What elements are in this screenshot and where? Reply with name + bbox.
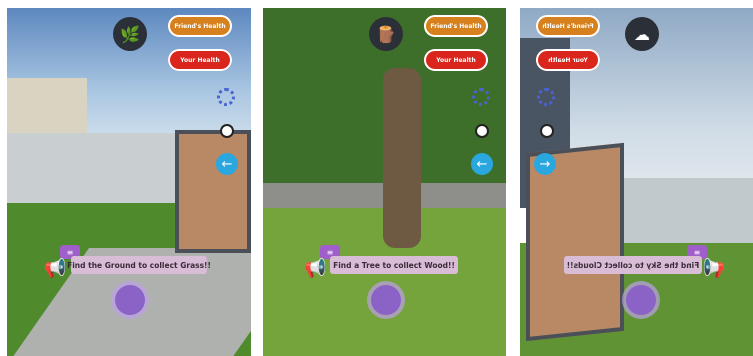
anchor-dot[interactable] <box>475 124 489 138</box>
cloud-icon: ☁ <box>625 17 659 51</box>
instruction-banner: Find the Ground to collect Grass!! <box>67 256 211 274</box>
wood-icon: 🪵 <box>369 17 403 51</box>
arrow-left-button[interactable]: ← <box>471 153 493 175</box>
friends-health-button[interactable]: Friend's Health <box>536 15 600 37</box>
instruction-banner: Find a Tree to collect Wood!! <box>330 256 458 274</box>
megaphone-icon: 📢 <box>44 258 67 279</box>
megaphone-icon: 📢 <box>304 258 327 279</box>
arrow-right-button[interactable]: → <box>534 153 556 175</box>
friends-health-button[interactable]: Friend's Health <box>168 15 232 37</box>
ar-view-grass: 🌿 Friend's Health Your Health ← ≡ 📢 Find… <box>7 8 251 356</box>
ar-view-clouds: ☁ Friend's Health Your Health → ≡ 📢 Find… <box>520 8 753 356</box>
building <box>7 78 87 140</box>
your-health-button[interactable]: Your Health <box>424 49 488 71</box>
gear-icon[interactable] <box>217 88 235 106</box>
anchor-dot[interactable] <box>540 124 554 138</box>
gear-icon[interactable] <box>537 88 555 106</box>
collect-button[interactable] <box>115 285 145 315</box>
megaphone-icon: 📢 <box>703 258 726 279</box>
grass-icon: 🌿 <box>113 17 147 51</box>
anchor-dot[interactable] <box>220 124 234 138</box>
arrow-left-button[interactable]: ← <box>216 153 238 175</box>
building <box>610 178 753 248</box>
ar-portal <box>175 130 251 253</box>
instruction-banner: Find the Sky to collect Clouds!! <box>564 256 702 274</box>
tree-trunk <box>383 68 421 248</box>
gear-icon[interactable] <box>472 88 490 106</box>
friends-health-button[interactable]: Friend's Health <box>424 15 488 37</box>
your-health-button[interactable]: Your Health <box>168 49 232 71</box>
ar-view-wood: 🪵 Friend's Health Your Health ← ≡ 📢 Find… <box>263 8 506 356</box>
your-health-button[interactable]: Your Health <box>536 49 600 71</box>
collect-button[interactable] <box>371 285 401 315</box>
collect-button[interactable] <box>626 285 656 315</box>
